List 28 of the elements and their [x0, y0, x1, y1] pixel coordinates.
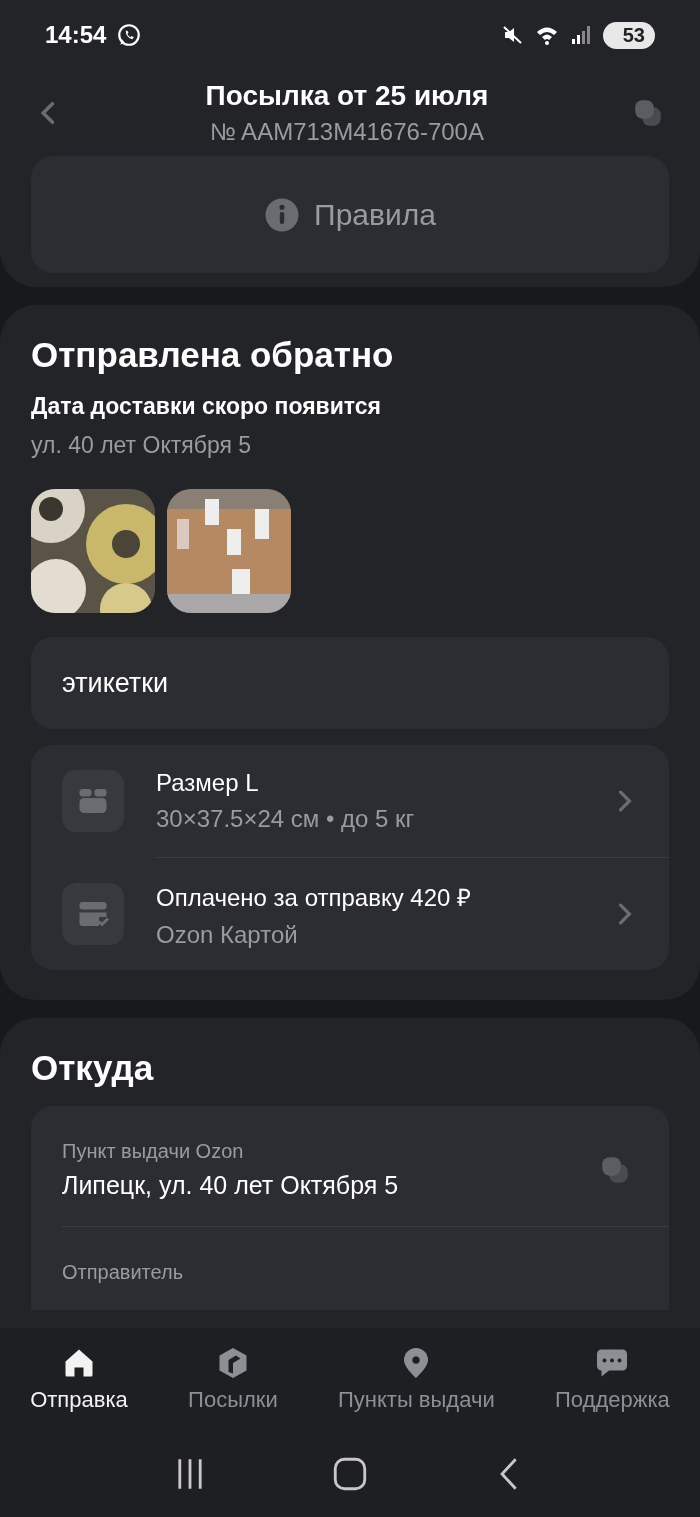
chat-bubble-icon — [116, 22, 143, 48]
chevron-icon — [618, 903, 632, 925]
tracking-number: № AAM713M41676-700A — [209, 118, 485, 146]
section-title: Откуда — [31, 1048, 155, 1088]
row-subtitle: 30×37.5×24 см • до 5 кг — [156, 805, 416, 833]
field-label: Отправитель — [62, 1261, 185, 1284]
rules-button[interactable]: Правила — [31, 156, 669, 273]
details-row[interactable]: Оплачено за отправку 420 ₽ Ozon Картой — [31, 858, 669, 970]
row-subtitle: Ozon Картой — [156, 920, 299, 949]
parcel-title: Посылка от 25 июля — [205, 80, 489, 112]
nav-tab[interactable]: Поддержка — [555, 1345, 670, 1413]
status-title: Отправлена обратно — [31, 335, 395, 375]
address: ул. 40 лет Октября 5 — [31, 432, 253, 459]
nav-tab[interactable]: Посылки — [188, 1345, 278, 1413]
nav-tab[interactable]: Отправка — [30, 1345, 128, 1413]
home-icon[interactable] — [333, 1456, 367, 1491]
nav-tab[interactable]: Пункты выдачи — [338, 1345, 495, 1413]
row-title: Оплачено за отправку 420 ₽ — [156, 882, 473, 913]
clock-time: 14:54 — [45, 21, 107, 49]
battery-level: 53 — [602, 21, 655, 49]
comment-field[interactable]: этикетки — [31, 637, 669, 729]
details-row[interactable]: Размер L 30×37.5×24 см • до 5 кг — [31, 745, 669, 857]
field-label: Пункт выдачи Ozon — [62, 1140, 245, 1163]
delivery-date: Дата доставки скоро появится — [31, 393, 383, 420]
field-value: Липецк, ул. 40 лет Октября 5 — [62, 1171, 400, 1200]
chevron-icon — [618, 790, 632, 812]
row-title: Размер L — [156, 769, 260, 797]
info-icon — [264, 196, 301, 233]
